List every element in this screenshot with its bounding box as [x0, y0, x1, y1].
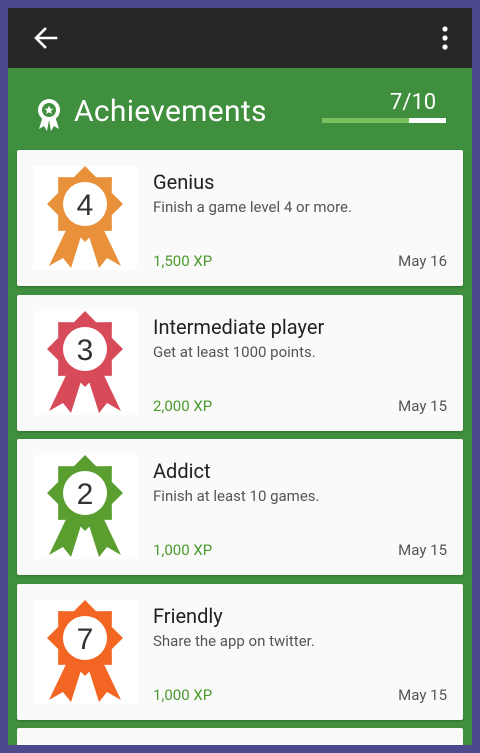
- app-bar: [8, 8, 472, 68]
- achievement-name: Friendly: [153, 604, 223, 628]
- medal-icon: 4: [33, 166, 137, 270]
- achievement-xp: 2,000 XP: [153, 397, 213, 415]
- award-badge-icon: [38, 99, 60, 131]
- achievement-card-intermediate-player[interactable]: 3 Intermediate player Get at least 1000 …: [17, 295, 463, 431]
- medal-level-number: 3: [77, 334, 94, 367]
- overflow-menu-button[interactable]: [422, 18, 462, 58]
- achievement-date: May 16: [398, 252, 447, 270]
- achievement-progress-count: 7/10: [390, 90, 437, 115]
- medal-level-number: 4: [77, 189, 94, 222]
- achievement-xp: 1,500 XP: [153, 252, 213, 270]
- achievement-date: May 15: [398, 686, 447, 704]
- achievement-description: Share the app on twitter.: [153, 632, 315, 650]
- achievement-description: Get at least 1000 points.: [153, 343, 316, 361]
- achievement-date: May 15: [398, 397, 447, 415]
- achievement-description: Finish a game level 4 or more.: [153, 198, 352, 216]
- achievement-card-genius[interactable]: 4 Genius Finish a game level 4 or more. …: [17, 150, 463, 286]
- achievement-card-partial[interactable]: [17, 728, 463, 745]
- medal-level-number: 2: [77, 478, 94, 511]
- medal-icon: 7: [33, 600, 137, 704]
- achievement-progress-fill: [408, 118, 446, 123]
- more-vert-icon: [442, 26, 448, 50]
- medal-level-number: 7: [77, 623, 94, 656]
- achievement-name: Intermediate player: [153, 315, 325, 339]
- achievement-name: Addict: [153, 459, 211, 483]
- achievement-name: Genius: [153, 170, 215, 194]
- achievement-xp: 1,000 XP: [153, 541, 213, 559]
- achievement-date: May 15: [398, 541, 447, 559]
- achievements-header: Achievements 7/10: [8, 68, 472, 150]
- back-button[interactable]: [26, 18, 66, 58]
- page-title: Achievements: [74, 94, 267, 129]
- achievement-card-friendly[interactable]: 7 Friendly Share the app on twitter. 1,0…: [17, 584, 463, 720]
- arrow-left-icon: [34, 27, 58, 49]
- achievement-progress-bar: [322, 118, 446, 123]
- medal-icon: 3: [33, 311, 137, 415]
- achievement-xp: 1,000 XP: [153, 686, 213, 704]
- achievement-description: Finish at least 10 games.: [153, 487, 320, 505]
- app-screen: Achievements 7/10 4 Genius Finish a game…: [8, 8, 472, 745]
- medal-icon: 2: [33, 455, 137, 559]
- achievement-card-addict[interactable]: 2 Addict Finish at least 10 games. 1,000…: [17, 439, 463, 575]
